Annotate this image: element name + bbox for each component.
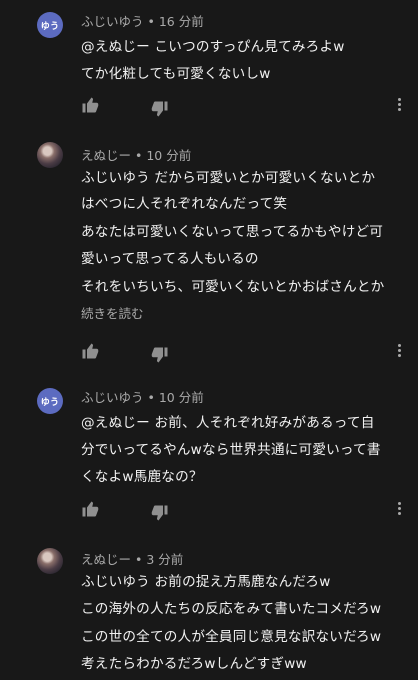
comment-text-line: てか化粧しても可愛くないしw <box>81 66 271 82</box>
avatar[interactable]: ゆう <box>37 388 63 414</box>
dislike-button[interactable] <box>151 346 169 364</box>
comment-text-line: 愛いって思ってる人もいるの <box>81 251 259 267</box>
author-name[interactable]: ふじいゆう <box>81 390 144 405</box>
thumb-down-icon <box>151 101 168 117</box>
thumb-up-icon <box>82 343 99 359</box>
comment-text-line: 分でいってるやんwなら世界共通に可愛いって書 <box>81 442 381 458</box>
thumb-up-icon <box>82 501 99 517</box>
comment-text-line: この世の全ての人が全員同じ意見な訳ないだろw <box>81 629 382 645</box>
comment-text-line: はべつに人それぞれなんだって笑 <box>81 196 288 212</box>
comment-meta: ふじいゆう • 16 分前 <box>81 14 204 29</box>
timestamp[interactable]: 10 分前 <box>146 148 191 163</box>
thumb-up-icon <box>82 97 99 113</box>
comment-text-line: @えぬじー こいつのすっぴん見てみろよw <box>81 39 345 55</box>
comment-text-line: それをいちいち、可愛いくないとかおばさんとか <box>81 279 385 295</box>
dislike-button[interactable] <box>151 504 169 522</box>
comment-text-line: @えぬじー お前、人それぞれ好みがあるって自 <box>81 415 375 431</box>
comment-text-line: 考えたらわかるだろwしんどすぎww <box>81 656 307 672</box>
comment-text-line: あなたは可愛いくないって思ってるかもやけど可 <box>81 224 384 240</box>
comment-meta: えぬじー • 3 分前 <box>81 552 184 567</box>
comment-text-line: くなよw馬鹿なの？ <box>81 469 203 485</box>
more-vert-icon[interactable] <box>396 502 404 518</box>
thumb-down-icon <box>151 505 168 521</box>
comment-text-line: ふじいゆう お前の捉え方馬鹿なんだろw <box>81 574 331 590</box>
comment-text-line: この海外の人たちの反応をみて書いたコメだろw <box>81 601 382 617</box>
author-name[interactable]: えぬじー <box>81 148 131 163</box>
read-more-link[interactable]: 続きを読む <box>81 303 144 322</box>
author-name[interactable]: えぬじー <box>81 552 131 567</box>
like-button[interactable] <box>81 342 99 360</box>
comment-meta: えぬじー • 10 分前 <box>81 148 192 163</box>
timestamp[interactable]: 16 分前 <box>159 14 204 29</box>
like-button[interactable] <box>81 96 99 114</box>
author-name[interactable]: ふじいゆう <box>81 14 144 29</box>
comment-text-line: ふじいゆう だから可愛いとか可愛いくないとか <box>81 170 376 186</box>
comment-meta: ふじいゆう • 10 分前 <box>81 390 204 405</box>
like-button[interactable] <box>81 500 99 518</box>
more-vert-icon[interactable] <box>396 344 404 360</box>
dislike-button[interactable] <box>151 100 169 118</box>
avatar[interactable]: ゆう <box>37 12 63 38</box>
timestamp[interactable]: 10 分前 <box>159 390 204 405</box>
timestamp[interactable]: 3 分前 <box>146 552 183 567</box>
avatar[interactable] <box>37 548 63 574</box>
avatar[interactable] <box>37 142 63 168</box>
more-vert-icon[interactable] <box>396 98 404 114</box>
thumb-down-icon <box>151 347 168 363</box>
